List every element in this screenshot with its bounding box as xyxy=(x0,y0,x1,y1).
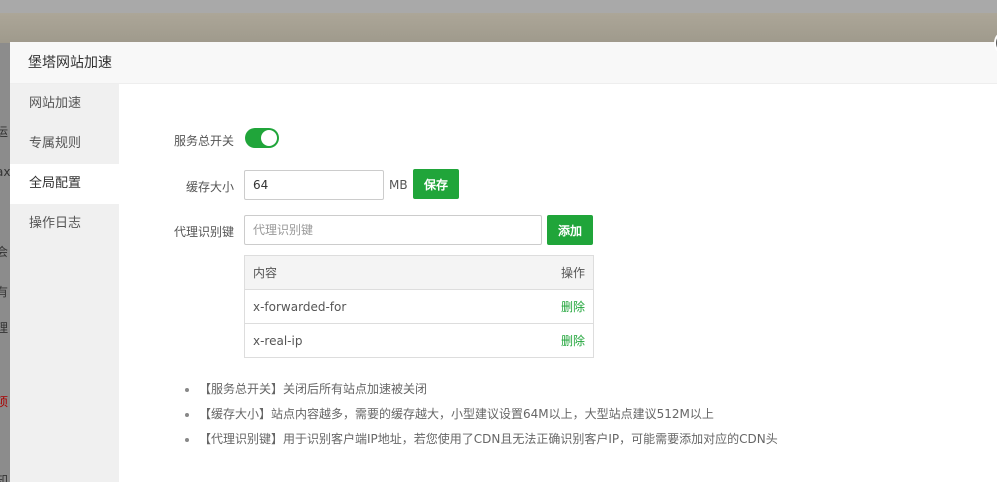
proxy-key-table: 内容 操作 x-forwarded-for 删除 x-real-ip 删除 xyxy=(244,255,594,358)
toggle-knob xyxy=(261,130,277,146)
proxy-key-input[interactable] xyxy=(244,215,542,245)
service-switch-toggle[interactable] xyxy=(245,128,279,148)
background-text: 理 xyxy=(0,321,9,335)
sidebar-item-global-config[interactable]: 全局配置 xyxy=(10,164,119,204)
sidebar-item-exclusive-rules[interactable]: 专属规则 xyxy=(10,124,119,164)
delete-link[interactable]: 删除 xyxy=(561,300,585,314)
proxy-key-label: 代理识别键 xyxy=(173,225,234,239)
row-content: x-forwarded-for xyxy=(244,289,500,324)
row-content: x-real-ip xyxy=(244,323,500,358)
dialog-title: 堡塔网站加速 xyxy=(10,42,997,84)
cache-unit-label: MB xyxy=(389,178,408,192)
background-page: 运 ax 会 有 理 项 知 xyxy=(0,43,10,482)
table-row: x-forwarded-for 删除 xyxy=(244,289,594,324)
help-note: 【代理识别键】用于识别客户端IP地址，若您使用了CDN且无法正确识别客户IP，可… xyxy=(185,427,778,452)
save-button[interactable]: 保存 xyxy=(413,169,459,199)
help-note: 【服务总开关】关闭后所有站点加速被关闭 xyxy=(185,377,778,402)
table-row: x-real-ip 删除 xyxy=(244,323,594,358)
page-header-background xyxy=(0,13,997,43)
sidebar: 网站加速 专属规则 全局配置 操作日志 xyxy=(10,84,119,482)
background-text: 会 xyxy=(0,245,9,259)
global-config-panel: 服务总开关 缓存大小 MB 保存 代理识别键 添加 内容 操作 x-forwar… xyxy=(119,84,997,482)
add-button[interactable]: 添加 xyxy=(547,215,593,245)
delete-link[interactable]: 删除 xyxy=(561,334,585,348)
browser-top-bar xyxy=(0,0,997,13)
service-switch-label: 服务总开关 xyxy=(173,134,234,148)
background-text: 知 xyxy=(0,473,9,482)
help-note: 【缓存大小】站点内容越多，需要的缓存越大，小型建议设置64M以上，大型站点建议5… xyxy=(185,402,778,427)
sidebar-item-operation-log[interactable]: 操作日志 xyxy=(10,204,119,244)
help-notes: 【服务总开关】关闭后所有站点加速被关闭 【缓存大小】站点内容越多，需要的缓存越大… xyxy=(185,377,778,452)
background-text: 运 xyxy=(0,125,9,139)
column-header-action: 操作 xyxy=(499,255,594,290)
background-text: 有 xyxy=(0,285,9,299)
site-acceleration-dialog: 堡塔网站加速 网站加速 专属规则 全局配置 操作日志 服务总开关 缓存大小 MB… xyxy=(10,30,997,482)
background-text: 项 xyxy=(0,395,9,409)
cache-size-label: 缓存大小 xyxy=(185,180,234,194)
sidebar-item-site-acceleration[interactable]: 网站加速 xyxy=(10,84,119,124)
background-text: ax xyxy=(0,165,10,179)
cache-size-input[interactable] xyxy=(244,170,384,200)
column-header-content: 内容 xyxy=(244,255,500,290)
table-header-row: 内容 操作 xyxy=(244,255,594,290)
